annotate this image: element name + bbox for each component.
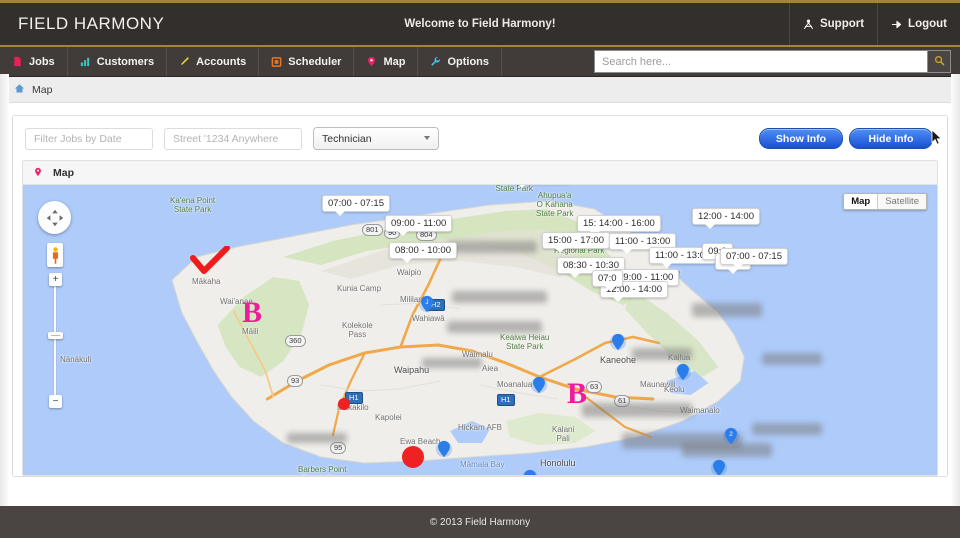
calendar-icon — [271, 56, 282, 67]
nav-label-scheduler: Scheduler — [288, 55, 342, 68]
zoom-slider-handle[interactable] — [48, 332, 63, 339]
search-box — [594, 50, 951, 73]
job-time-callout[interactable]: 07:00 - 07:15 — [322, 195, 390, 216]
date-filter-input[interactable] — [25, 127, 153, 150]
job-marker-icon[interactable]: J — [418, 295, 436, 313]
content-area: Technician Show Info Hide Info Map — [0, 103, 960, 479]
map-pin-icon — [366, 56, 377, 67]
search-button[interactable] — [927, 51, 950, 72]
zoom-slider[interactable]: + − — [48, 273, 63, 408]
svg-text:2: 2 — [729, 431, 733, 438]
job-time-callout[interactable]: 15: 14:00 - 16:00 — [577, 215, 661, 236]
job-marker-icon[interactable] — [521, 469, 539, 475]
job-marker-icon[interactable] — [435, 440, 453, 458]
street-view-pegman-icon[interactable] — [47, 243, 63, 267]
street-filter-input[interactable] — [164, 127, 302, 150]
job-marker-icon[interactable] — [609, 333, 627, 351]
chevron-down-icon — [424, 136, 430, 140]
job-time-callout[interactable]: 08:00 - 10:00 — [389, 242, 457, 263]
nav-label-accounts: Accounts — [196, 55, 247, 68]
nav-item-customers[interactable]: Customers — [68, 47, 168, 76]
zoom-slider-track — [54, 283, 56, 401]
job-time-callout[interactable]: 07:0 — [592, 270, 623, 291]
job-time-callout[interactable]: 07:00 - 07:15 — [720, 248, 788, 269]
job-marker-icon[interactable] — [674, 363, 692, 381]
nav-item-scheduler[interactable]: Scheduler — [259, 47, 355, 76]
map-pin-icon — [33, 164, 43, 182]
job-marker-icon[interactable]: 2 — [722, 427, 740, 445]
zoom-out-button[interactable]: − — [49, 395, 62, 408]
support-label: Support — [819, 18, 865, 30]
document-icon — [12, 56, 23, 67]
main-nav: Jobs Customers Accounts Scheduler Map Op… — [0, 47, 960, 77]
map-panel: Map Map Satellite + − State Park Ahupua'… — [22, 160, 938, 476]
show-info-button[interactable]: Show Info — [759, 128, 843, 149]
info-buttons: Show Info Hide Info — [759, 128, 935, 149]
support-icon — [803, 19, 814, 30]
bar-chart-icon — [80, 56, 91, 67]
hide-info-button[interactable]: Hide Info — [849, 128, 933, 149]
nav-label-jobs: Jobs — [29, 55, 55, 68]
breadcrumb: Map — [0, 77, 960, 103]
technician-select-value: Technician — [322, 132, 372, 145]
job-time-callout[interactable]: 15:00 - 17:00 — [542, 232, 610, 253]
nav-label-map: Map — [383, 55, 406, 68]
wrench-icon — [430, 56, 441, 67]
map-base-layer — [23, 185, 937, 475]
header-actions: Support Logout — [788, 3, 960, 45]
logout-label: Logout — [908, 18, 947, 30]
logout-icon — [891, 19, 902, 30]
pencil-icon — [179, 56, 190, 67]
home-icon[interactable] — [14, 81, 25, 99]
page-frame-left — [0, 74, 9, 506]
app-brand: FIELD HARMONY — [18, 14, 165, 33]
app-header: FIELD HARMONY Welcome to Field Harmony! … — [0, 3, 960, 47]
search-input[interactable] — [595, 51, 927, 72]
app-footer: © 2013 Field Harmony — [0, 506, 960, 538]
search-icon — [934, 53, 945, 71]
breadcrumb-label: Map — [32, 83, 53, 96]
map-panel-title: Map — [53, 166, 74, 179]
support-button[interactable]: Support — [788, 3, 877, 45]
job-time-callout[interactable]: 12:00 - 14:00 — [692, 208, 760, 229]
map-type-toggle[interactable]: Map Satellite — [843, 193, 927, 210]
nav-item-options[interactable]: Options — [418, 47, 503, 76]
job-marker-icon[interactable] — [530, 376, 548, 394]
map-card: Technician Show Info Hide Info Map — [12, 115, 948, 477]
nav-item-jobs[interactable]: Jobs — [0, 47, 68, 76]
map-canvas[interactable]: Map Satellite + − State Park Ahupua'a O … — [23, 185, 937, 475]
map-type-satellite[interactable]: Satellite — [877, 194, 926, 209]
filter-bar: Technician Show Info Hide Info — [13, 116, 947, 160]
job-time-callout[interactable]: 09:00 - 11:00 — [385, 215, 453, 236]
job-marker-icon[interactable] — [710, 459, 728, 475]
nav-label-customers: Customers — [96, 55, 155, 68]
nav-label-options: Options — [447, 55, 490, 68]
page-frame-right — [951, 74, 960, 506]
map-type-map[interactable]: Map — [844, 194, 878, 209]
search-area — [594, 47, 960, 76]
nav-item-accounts[interactable]: Accounts — [167, 47, 260, 76]
map-panel-header: Map — [23, 161, 937, 185]
footer-copyright: © 2013 Field Harmony — [429, 516, 531, 528]
nav-item-map[interactable]: Map — [354, 47, 419, 76]
logout-button[interactable]: Logout — [877, 3, 960, 45]
svg-text:J: J — [425, 299, 428, 306]
technician-select[interactable]: Technician — [313, 127, 439, 150]
zoom-in-button[interactable]: + — [49, 273, 62, 286]
pan-control-icon[interactable] — [38, 201, 71, 234]
app-window: FIELD HARMONY Welcome to Field Harmony! … — [0, 0, 960, 538]
